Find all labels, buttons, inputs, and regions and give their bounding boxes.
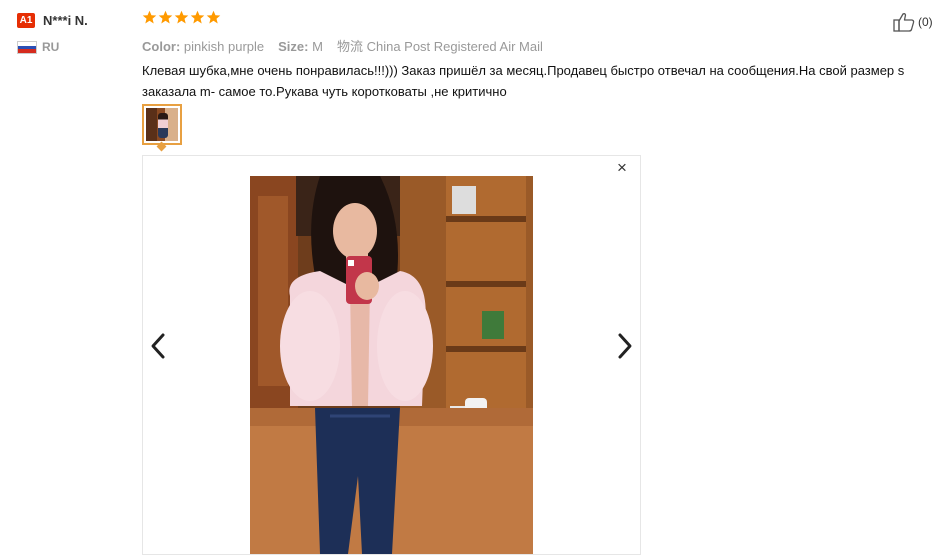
helpful-count: (0) xyxy=(918,15,933,29)
star-icon xyxy=(158,10,173,24)
chevron-right-icon[interactable] xyxy=(616,331,634,361)
review-text: Клевая шубка,мне очень понравилась!!!)))… xyxy=(142,63,905,99)
color-label: Color: xyxy=(142,39,181,54)
reviewer-country: RU xyxy=(42,40,60,54)
chevron-left-icon[interactable] xyxy=(149,331,167,361)
shipping-value: China Post Registered Air Mail xyxy=(366,39,543,54)
review-photo-image xyxy=(250,176,533,554)
star-rating xyxy=(142,10,221,30)
helpful-button[interactable]: (0) xyxy=(893,12,933,32)
star-icon xyxy=(190,10,205,24)
star-icon xyxy=(206,10,221,24)
color-value: pinkish purple xyxy=(183,39,265,54)
thumbs-up-icon xyxy=(893,13,915,32)
member-level-badge: A1 xyxy=(17,13,35,28)
star-icon xyxy=(174,10,189,24)
star-icon xyxy=(142,10,157,24)
review-photo xyxy=(250,176,533,554)
reviewer-name: N***i N. xyxy=(43,13,88,28)
review-photo-thumbnail[interactable] xyxy=(142,104,182,145)
close-viewer-button[interactable]: × xyxy=(617,159,627,177)
shipping-label: 物流 xyxy=(336,39,363,54)
country-flag-icon xyxy=(17,41,37,54)
size-value: M xyxy=(312,39,323,54)
size-label: Size: xyxy=(278,39,309,54)
order-attributes: Color: pinkish purple Size: M 物流 China Pos… xyxy=(142,36,543,55)
